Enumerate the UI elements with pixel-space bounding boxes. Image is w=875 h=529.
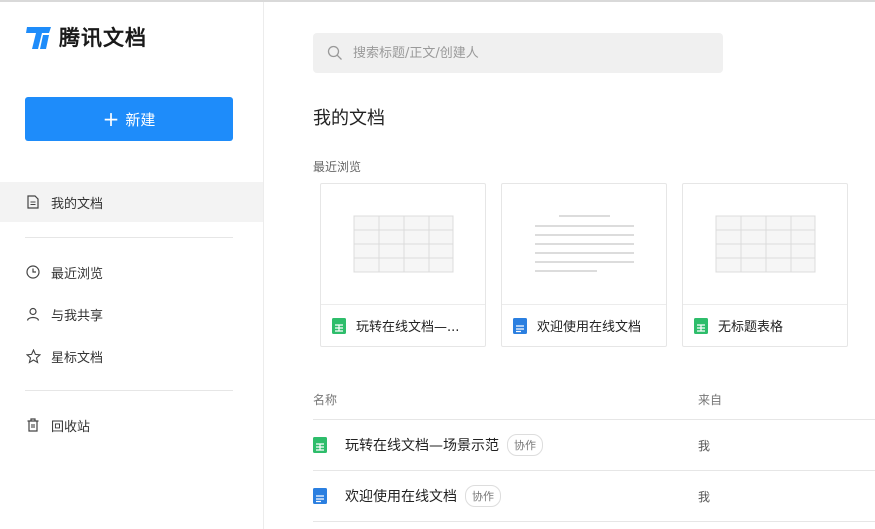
table-row[interactable]: 欢迎使用在线文档 协作 我 — [313, 471, 875, 521]
file-owner: 我 — [698, 489, 711, 504]
sidebar-item-label: 我的文档 — [51, 196, 104, 212]
user-icon — [25, 306, 41, 322]
search-input[interactable] — [351, 44, 695, 62]
new-document-button[interactable]: + 新建 — [25, 97, 233, 141]
document-thumbnail — [502, 184, 666, 305]
column-header-from[interactable]: 来自 — [698, 391, 722, 408]
sidebar-item-label: 与我共享 — [51, 308, 104, 324]
collab-badge: 协作 — [507, 434, 543, 456]
collab-badge: 协作 — [465, 485, 501, 507]
sidebar-divider — [25, 390, 233, 391]
sheet-icon — [332, 317, 346, 334]
column-header-name[interactable]: 名称 — [313, 391, 337, 408]
spreadsheet-thumbnail — [321, 184, 485, 305]
file-owner: 我 — [698, 438, 711, 453]
recent-card-title: 无标题表格 — [718, 320, 784, 335]
app-name: 腾讯文档 — [59, 26, 147, 50]
sidebar-item-recent[interactable]: 最近浏览 — [0, 252, 263, 292]
recent-card-title: 欢迎使用在线文档 — [537, 320, 642, 335]
search-bar[interactable] — [313, 33, 723, 73]
star-icon — [25, 348, 41, 364]
file-name: 欢迎使用在线文档 — [345, 489, 457, 505]
sheet-icon — [694, 317, 708, 334]
trash-icon — [25, 417, 41, 433]
new-button-label: 新建 — [125, 110, 156, 129]
sidebar-item-label: 最近浏览 — [51, 266, 104, 282]
recent-section-label: 最近浏览 — [313, 160, 362, 174]
sidebar-item-starred[interactable]: 星标文档 — [0, 336, 263, 376]
clock-icon — [25, 264, 41, 280]
sidebar-item-shared[interactable]: 与我共享 — [0, 294, 263, 334]
table-row[interactable]: 玩转在线文档—场景示范 协作 我 — [313, 420, 875, 470]
spreadsheet-thumbnail — [683, 184, 847, 305]
plus-icon: + — [102, 107, 120, 131]
sidebar-item-label: 回收站 — [51, 419, 91, 435]
sidebar: 腾讯文档 + 新建 我的文档 最近浏览 与我共享 星标文档 回收站 — [0, 2, 264, 529]
sidebar-item-trash[interactable]: 回收站 — [0, 405, 263, 445]
tencent-docs-logo-icon — [26, 27, 51, 49]
recent-card-title: 玩转在线文档—... — [356, 320, 460, 335]
doc-icon — [313, 488, 327, 504]
page-title: 我的文档 — [313, 108, 385, 129]
sidebar-divider — [25, 237, 233, 238]
table-divider — [313, 521, 875, 522]
recent-card[interactable]: 无标题表格 — [682, 183, 848, 347]
document-icon — [25, 194, 41, 210]
search-icon — [327, 45, 342, 60]
sidebar-item-my-docs[interactable]: 我的文档 — [0, 182, 263, 222]
file-name: 玩转在线文档—场景示范 — [345, 438, 499, 454]
recent-card[interactable]: 欢迎使用在线文档 — [501, 183, 667, 347]
sheet-icon — [313, 437, 327, 453]
recent-card[interactable]: 玩转在线文档—... — [320, 183, 486, 347]
app-logo[interactable]: 腾讯文档 — [25, 22, 147, 52]
sidebar-item-label: 星标文档 — [51, 350, 104, 366]
doc-icon — [513, 317, 527, 334]
